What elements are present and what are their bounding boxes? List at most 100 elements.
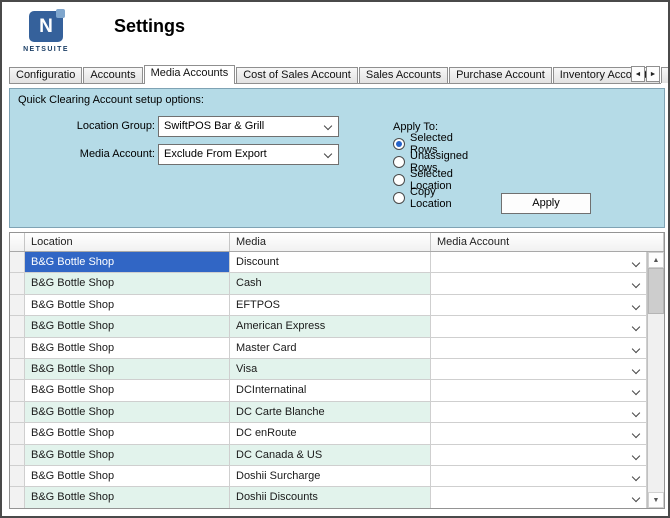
cell-media[interactable]: DC enRoute xyxy=(230,423,431,445)
cell-media[interactable]: DC Carte Blanche xyxy=(230,401,431,424)
tab-configuratio[interactable]: Configuratio xyxy=(9,67,83,83)
chevron-down-icon xyxy=(631,301,641,311)
media-account-row-dropdown[interactable] xyxy=(431,487,647,508)
tab-purchase-account[interactable]: Purchase Account xyxy=(449,67,552,83)
row-selector[interactable] xyxy=(10,294,25,317)
settings-window: N NETSUITE Settings Configuratio Accounts… xyxy=(0,0,670,518)
cell-location[interactable]: B&G Bottle Shop xyxy=(25,487,230,508)
chevron-down-icon xyxy=(631,322,641,332)
table-row: B&G Bottle Shop Doshii Discounts xyxy=(10,487,647,508)
media-account-row-dropdown[interactable] xyxy=(431,358,647,381)
row-selector[interactable] xyxy=(10,380,25,402)
radio-selected-location[interactable]: Selected Location xyxy=(393,168,453,192)
apply-button[interactable]: Apply xyxy=(501,193,591,214)
row-selector[interactable] xyxy=(10,487,25,508)
tab-cost-of-sales-account[interactable]: Cost of Sales Account xyxy=(236,67,358,83)
location-group-value: SwiftPOS Bar & Grill xyxy=(164,120,265,132)
cell-location[interactable]: B&G Bottle Shop xyxy=(25,423,230,445)
table-row: B&G Bottle Shop DCInternatinal xyxy=(10,380,647,402)
cell-location[interactable]: B&G Bottle Shop xyxy=(25,358,230,381)
cell-location[interactable]: B&G Bottle Shop xyxy=(25,465,230,488)
cell-location[interactable]: B&G Bottle Shop xyxy=(25,444,230,466)
tab-scroll-right-icon[interactable]: ► xyxy=(646,66,660,82)
media-account-row-dropdown[interactable] xyxy=(431,423,647,445)
cell-media[interactable]: DC Canada & US xyxy=(230,444,431,466)
cell-media[interactable]: Discount xyxy=(230,252,431,274)
row-selector[interactable] xyxy=(10,358,25,381)
tab-media-accounts[interactable]: Media Accounts xyxy=(143,65,236,84)
radio-selected-rows[interactable]: Selected Rows xyxy=(393,132,453,156)
media-account-row-dropdown[interactable] xyxy=(431,273,647,295)
table-row: B&G Bottle Shop Doshii Surcharge xyxy=(10,465,647,488)
cell-location[interactable]: B&G Bottle Shop xyxy=(25,316,230,338)
media-account-row-dropdown[interactable] xyxy=(431,316,647,338)
media-account-row-dropdown[interactable] xyxy=(431,444,647,466)
cell-location[interactable]: B&G Bottle Shop xyxy=(25,294,230,317)
row-selector[interactable] xyxy=(10,316,25,338)
scroll-up-icon[interactable]: ▲ xyxy=(648,252,664,268)
media-account-row-dropdown[interactable] xyxy=(431,401,647,424)
cell-media[interactable]: Doshii Surcharge xyxy=(230,465,431,488)
cell-media[interactable]: Visa xyxy=(230,358,431,381)
scroll-thumb[interactable] xyxy=(648,268,664,314)
grid-header-media[interactable]: Media xyxy=(230,233,431,251)
grid-header-selector[interactable] xyxy=(10,233,25,251)
cell-media[interactable]: American Express xyxy=(230,316,431,338)
cell-media[interactable]: Doshii Discounts xyxy=(230,487,431,508)
row-selector[interactable] xyxy=(10,337,25,359)
radio-unassigned-rows[interactable]: Unassigned Rows xyxy=(393,150,468,174)
netsuite-logo-icon: N xyxy=(29,9,65,42)
chevron-down-icon xyxy=(631,258,641,268)
media-account-row-dropdown[interactable] xyxy=(431,252,647,274)
grid-header: Location Media Media Account xyxy=(10,233,664,252)
chevron-down-icon xyxy=(631,365,641,375)
row-selector[interactable] xyxy=(10,465,25,488)
row-selector[interactable] xyxy=(10,423,25,445)
tab-sales-accounts[interactable]: Sales Accounts xyxy=(358,67,449,83)
radio-label: Copy Location xyxy=(410,186,452,210)
location-group-dropdown[interactable]: SwiftPOS Bar & Grill xyxy=(158,116,339,137)
page-title: Settings xyxy=(114,16,186,36)
cell-media[interactable]: DCInternatinal xyxy=(230,380,431,402)
media-account-value: Exclude From Export xyxy=(164,148,267,160)
table-row: B&G Bottle Shop EFTPOS xyxy=(10,294,647,317)
media-accounts-grid: Location Media Media Account B&G Bottle Sh… xyxy=(9,232,665,509)
cell-media[interactable]: Cash xyxy=(230,273,431,295)
table-row: B&G Bottle Shop DC Carte Blanche xyxy=(10,401,647,424)
media-account-row-dropdown[interactable] xyxy=(431,465,647,488)
cell-location[interactable]: B&G Bottle Shop xyxy=(25,337,230,359)
radio-dot-icon xyxy=(393,174,405,186)
tab-scroll-left-icon[interactable]: ◄ xyxy=(631,66,645,82)
row-selector[interactable] xyxy=(10,252,25,274)
cell-media[interactable]: EFTPOS xyxy=(230,294,431,317)
media-account-row-dropdown[interactable] xyxy=(431,380,647,402)
table-row: B&G Bottle Shop American Express xyxy=(10,316,647,338)
cell-media[interactable]: Master Card xyxy=(230,337,431,359)
grid-body: B&G Bottle Shop Discount B&G Bottle Shop Ca… xyxy=(10,252,647,508)
panel-title: Quick Clearing Account setup options: xyxy=(18,94,204,106)
row-selector[interactable] xyxy=(10,401,25,424)
quick-setup-panel: Quick Clearing Account setup options: Lo… xyxy=(9,88,665,228)
chevron-down-icon xyxy=(631,429,641,439)
cell-location[interactable]: B&G Bottle Shop xyxy=(25,252,230,274)
cell-location[interactable]: B&G Bottle Shop xyxy=(25,401,230,424)
chevron-down-icon xyxy=(323,149,333,159)
media-account-row-dropdown[interactable] xyxy=(431,337,647,359)
chevron-down-icon xyxy=(631,387,641,396)
media-account-dropdown[interactable]: Exclude From Export xyxy=(158,144,339,165)
grid-header-location[interactable]: Location xyxy=(25,233,230,251)
chevron-down-icon xyxy=(631,344,641,353)
media-account-row-dropdown[interactable] xyxy=(431,294,647,317)
grid-header-media-account[interactable]: Media Account xyxy=(431,233,664,251)
table-row: B&G Bottle Shop DC enRoute xyxy=(10,423,647,445)
row-selector[interactable] xyxy=(10,444,25,466)
vertical-scrollbar[interactable]: ▲ ▼ xyxy=(647,252,664,508)
row-selector[interactable] xyxy=(10,273,25,295)
radio-copy-location[interactable]: Copy Location xyxy=(393,186,452,210)
cell-location[interactable]: B&G Bottle Shop xyxy=(25,273,230,295)
tab-f[interactable]: F xyxy=(660,67,668,83)
tab-accounts[interactable]: Accounts xyxy=(83,67,143,83)
scroll-down-icon[interactable]: ▼ xyxy=(648,492,664,508)
cell-location[interactable]: B&G Bottle Shop xyxy=(25,380,230,402)
chevron-down-icon xyxy=(631,280,641,289)
